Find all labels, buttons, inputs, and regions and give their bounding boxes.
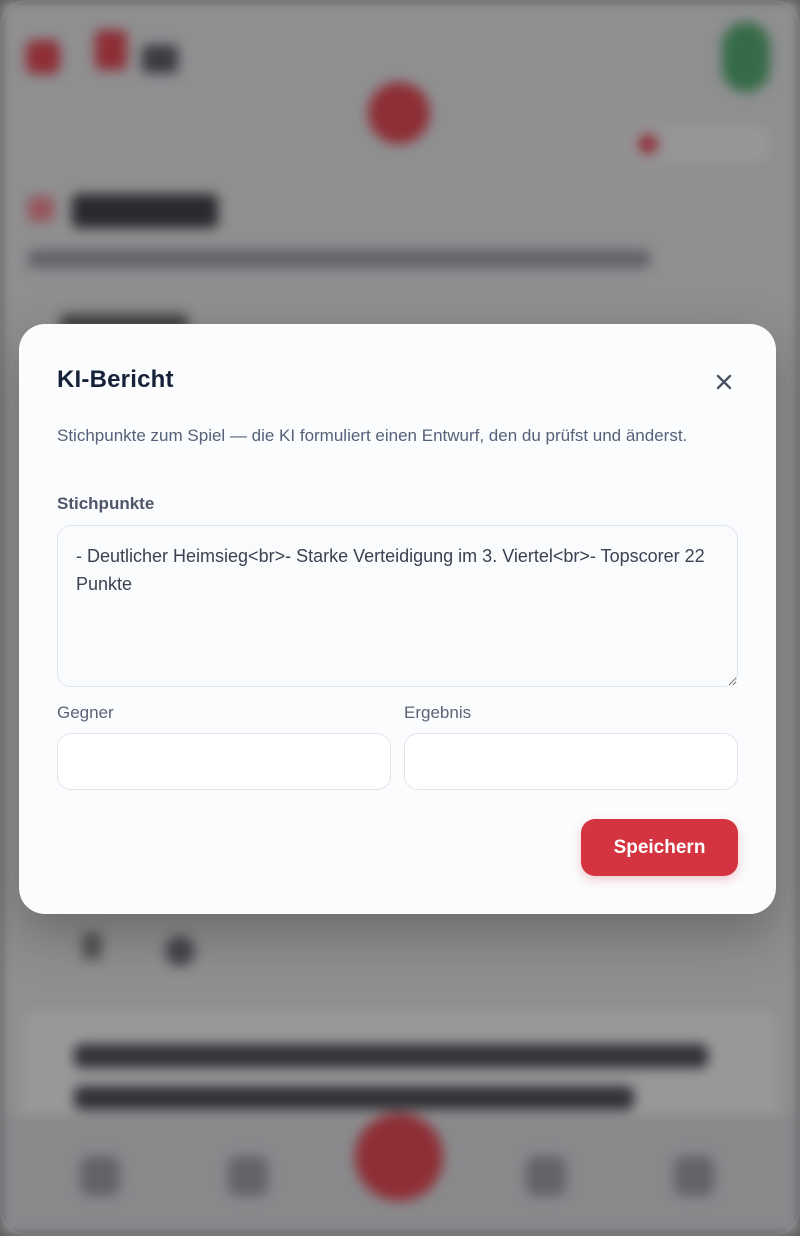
- ki-report-modal: KI-Bericht Stichpunkte zum Spiel — die K…: [19, 324, 776, 914]
- result-label: Ergebnis: [404, 703, 472, 722]
- save-button[interactable]: Speichern: [581, 819, 738, 876]
- result-input[interactable]: [404, 733, 738, 790]
- opponent-input[interactable]: [57, 733, 391, 790]
- close-icon: [716, 374, 732, 390]
- modal-title: KI-Bericht: [57, 366, 174, 393]
- close-button[interactable]: [710, 368, 738, 396]
- notes-label: Stichpunkte: [57, 494, 155, 513]
- opponent-label: Gegner: [57, 703, 114, 722]
- modal-description: Stichpunkte zum Spiel — die KI formulier…: [57, 426, 688, 445]
- notes-textarea[interactable]: [57, 525, 738, 687]
